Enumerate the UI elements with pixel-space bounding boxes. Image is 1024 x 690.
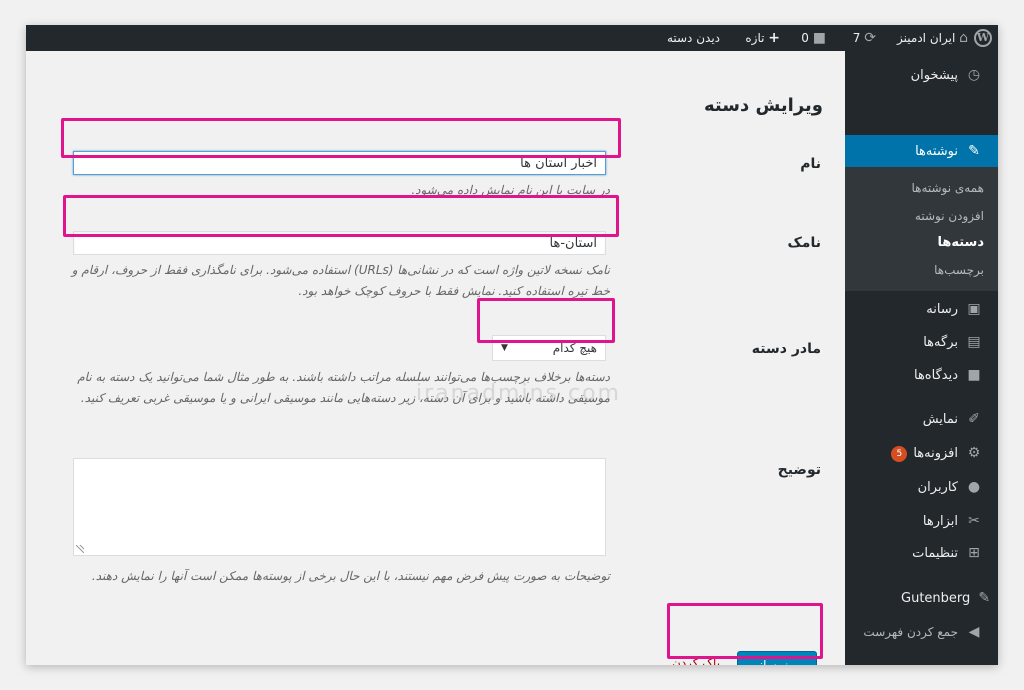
comments-icon: ■	[967, 367, 981, 383]
menu-appearance[interactable]: ✐نمایش	[845, 403, 998, 435]
submenu-categories[interactable]: دسته‌ها	[845, 230, 998, 256]
menu-pages[interactable]: ▤برگه‌ها	[845, 326, 998, 358]
admin-bar-comments[interactable]: ■ 0	[801, 25, 826, 51]
name-label: نام	[800, 156, 821, 172]
highlight-name-field	[61, 118, 621, 158]
menu-users[interactable]: ●کاربران	[845, 471, 998, 503]
highlight-buttons	[667, 603, 823, 659]
pages-icon: ▤	[967, 334, 981, 350]
admin-bar-updates[interactable]: ⟳ 7	[853, 25, 876, 51]
media-icon: ▣	[967, 301, 981, 317]
admin-sidebar: ◷پیشخوان ✎نوشته‌ها همه‌ی نوشته‌ها افزودن…	[837, 51, 998, 665]
updates-icon: ⟳	[864, 30, 876, 46]
description-label: توضیح	[777, 462, 821, 478]
parent-label: مادر دسته	[751, 341, 821, 357]
menu-tools[interactable]: ✂ابزارها	[845, 505, 998, 537]
comments-count: 0	[801, 31, 809, 45]
dashboard-icon: ◷	[967, 67, 981, 83]
description-help: توضیحات به صورت پیش فرض مهم نیستند، با ا…	[91, 569, 610, 583]
highlight-slug-field	[63, 195, 619, 237]
highlight-parent-field	[477, 298, 615, 343]
admin-bar-new[interactable]: + تازه	[745, 25, 780, 51]
settings-icon: ⊞	[968, 545, 980, 561]
plus-icon: +	[768, 30, 780, 46]
parent-select-value: هیچ کدام	[552, 341, 597, 355]
slug-description: نامک نسخه لاتین واژه است که در نشانی‌ها …	[71, 263, 610, 298]
wordpress-logo-icon[interactable]: W	[974, 29, 992, 47]
site-name: ایران ادمینز	[897, 31, 956, 45]
menu-posts[interactable]: ✎نوشته‌ها	[837, 135, 998, 167]
view-category-link[interactable]: دیدن دسته	[667, 25, 720, 51]
wrench-icon: ✂	[968, 513, 980, 529]
slug-label: نامک	[787, 235, 821, 251]
home-icon: ⌂	[959, 30, 968, 46]
menu-settings[interactable]: ⊞تنظیمات	[845, 537, 998, 569]
resize-grip-icon[interactable]	[76, 545, 84, 553]
admin-bar-site[interactable]: ⌂ ایران ادمینز	[897, 25, 968, 51]
plugin-icon: ⚙	[967, 445, 981, 461]
posts-submenu: همه‌ی نوشته‌ها افزودن نوشته دسته‌ها برچس…	[845, 167, 998, 291]
submenu-add-post[interactable]: افزودن نوشته	[845, 203, 998, 229]
admin-bar: W ⌂ ایران ادمینز ⟳ 7 ■ 0 + تازه دیدن دست…	[26, 25, 998, 51]
menu-plugins[interactable]: ⚙افزونه‌ها5	[845, 437, 998, 469]
updates-count: 7	[852, 31, 861, 45]
menu-gutenberg[interactable]: Gutenberg ✎	[845, 582, 998, 614]
submenu-all-posts[interactable]: همه‌ی نوشته‌ها	[845, 175, 998, 201]
description-textarea[interactable]	[73, 458, 606, 556]
page-title: ویرایش دسته	[704, 95, 823, 116]
collapse-menu[interactable]: ◀جمع کردن فهرست	[845, 616, 998, 648]
pencil-icon: ✎	[978, 590, 991, 606]
menu-dashboard[interactable]: ◷پیشخوان	[845, 59, 998, 91]
collapse-icon: ◀	[968, 624, 980, 640]
comment-icon: ■	[812, 30, 826, 46]
menu-comments[interactable]: ■دیدگاه‌ها	[845, 359, 998, 391]
brush-icon: ✐	[968, 411, 980, 427]
watermark: iranadmins.com	[416, 381, 621, 406]
wp-admin-window: W ⌂ ایران ادمینز ⟳ 7 ■ 0 + تازه دیدن دست…	[26, 25, 998, 665]
pin-icon: ✎	[968, 143, 980, 159]
new-label: تازه	[745, 31, 765, 45]
menu-media[interactable]: ▣رسانه	[845, 293, 998, 325]
plugins-update-badge: 5	[891, 445, 908, 462]
submenu-tags[interactable]: برچسب‌ها	[845, 257, 998, 283]
user-icon: ●	[967, 479, 981, 495]
